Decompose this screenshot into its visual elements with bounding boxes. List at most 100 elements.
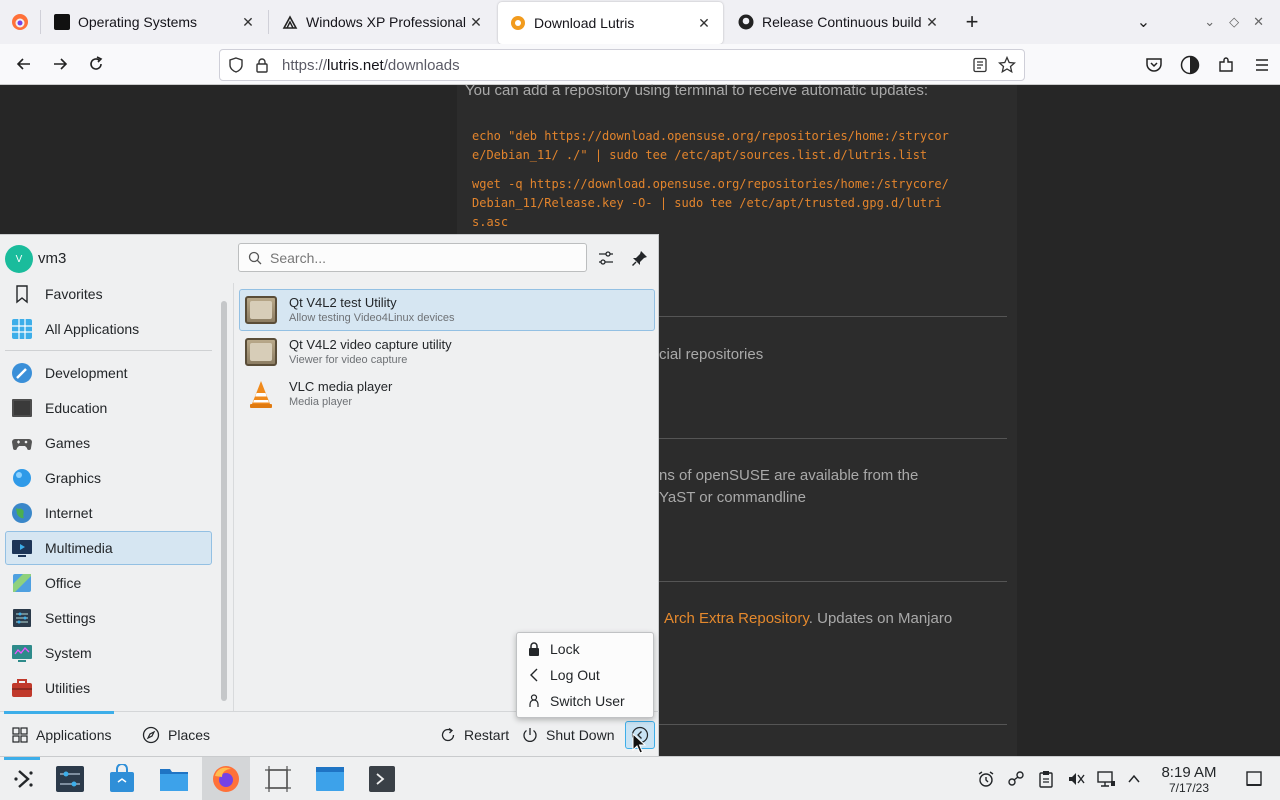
sidebar-item-games[interactable]: Games [5, 426, 212, 460]
sidebar-item-label: Internet [45, 505, 93, 521]
shutdown-button[interactable]: Shut Down [521, 712, 614, 758]
multimedia-icon [12, 540, 32, 557]
menu-item-log-out[interactable]: Log Out [527, 664, 600, 686]
sidebar-scrollbar[interactable] [221, 301, 227, 701]
sidebar-item-internet[interactable]: Internet [5, 496, 212, 530]
manjaro-text: . Updates on Manjaro [808, 610, 953, 627]
show-desktop-button[interactable] [1240, 757, 1268, 800]
sidebar-item-label: Development [45, 365, 128, 381]
code-line: wget -q https://download.opensuse.org/re… [472, 177, 949, 191]
list-item-qt-v4l2-test[interactable]: Qt V4L2 test Utility Allow testing Video… [239, 289, 655, 331]
tab-operating-systems[interactable]: Operating Systems ✕ [42, 0, 267, 44]
menu-item-switch-user[interactable]: Switch User [527, 690, 625, 712]
panel-divider [233, 283, 234, 711]
bookmark-star-icon[interactable] [998, 56, 1016, 74]
new-tab-button[interactable]: + [952, 0, 992, 44]
avatar[interactable]: V [5, 245, 33, 273]
minimize-icon[interactable]: ⌄ [1204, 14, 1215, 30]
digital-clock[interactable]: 8:19 AM 7/17/23 [1152, 764, 1226, 795]
firefox-taskbar-button[interactable] [202, 757, 250, 800]
tab-close-icon[interactable]: ✕ [923, 14, 941, 31]
sidebar-item-utilities[interactable]: Utilities [5, 671, 212, 705]
sidebar-item-label: Utilities [45, 680, 91, 696]
konsole-taskbar-button[interactable] [358, 757, 406, 800]
taskbar: 8:19 AM 7/17/23 [0, 756, 1280, 800]
configure-button[interactable] [595, 247, 617, 269]
sidebar-item-office[interactable]: Office [5, 566, 212, 600]
arch-extra-repo-link[interactable]: Arch Extra Repository [664, 610, 809, 627]
pin-button[interactable] [629, 247, 651, 269]
tab-close-icon[interactable]: ✕ [467, 14, 485, 31]
sidebar-item-graphics[interactable]: Graphics [5, 461, 212, 495]
sidebar-item-multimedia[interactable]: Multimedia [5, 531, 212, 565]
globe-icon [12, 503, 32, 523]
shield-icon[interactable] [228, 57, 244, 73]
tab-title: Download Lutris [534, 15, 635, 31]
alarm-tray[interactable] [972, 757, 1000, 800]
menu-button[interactable] [1244, 57, 1280, 73]
app-subtitle: Media player [289, 396, 352, 408]
discover-taskbar-button[interactable] [98, 757, 146, 800]
sidebar-item-education[interactable]: Education [5, 391, 212, 425]
code-line: echo "deb https://download.opensuse.org/… [472, 129, 949, 143]
menu-item-lock[interactable]: Lock [527, 638, 580, 660]
screenshot-taskbar-button[interactable] [254, 757, 302, 800]
maximize-icon[interactable]: ◇ [1229, 14, 1239, 30]
clipboard-tray[interactable] [1032, 757, 1060, 800]
tab-release-continuous[interactable]: Release Continuous build ✕ [726, 0, 951, 44]
sidebar-item-favorites[interactable]: Favorites [5, 277, 212, 311]
sidebar-item-all-applications[interactable]: All Applications [5, 312, 212, 346]
alarm-clock-icon [978, 771, 994, 787]
sidebar-item-settings[interactable]: Settings [5, 601, 212, 635]
tab-close-icon[interactable]: ✕ [695, 15, 713, 32]
back-button[interactable] [6, 48, 42, 80]
sidebar-item-label: Graphics [45, 470, 102, 486]
list-item-vlc[interactable]: VLC media player Media player [239, 373, 655, 415]
url-text[interactable]: https://lutris.net/downloads [282, 57, 460, 74]
restart-button[interactable]: Restart [440, 712, 509, 758]
tv-app-icon [245, 294, 277, 326]
list-all-tabs-icon[interactable]: ⌄ [1137, 12, 1150, 32]
tab-windows-xp[interactable]: Windows XP Professional S ✕ [270, 0, 495, 44]
code-line: e/Debian_11/ ./" | sudo tee /etc/apt/sou… [472, 148, 928, 162]
firefox-view-button[interactable] [0, 0, 40, 44]
clock-time: 8:19 AM [1161, 764, 1217, 781]
pocket-button[interactable] [1136, 56, 1172, 74]
tab-close-icon[interactable]: ✕ [239, 14, 257, 31]
file-manager-taskbar-button[interactable] [150, 757, 198, 800]
sidebar-item-system[interactable]: System [5, 636, 212, 670]
sidebar-item-label: All Applications [45, 321, 140, 337]
url-bar[interactable]: https://lutris.net/downloads [219, 49, 1025, 81]
system-settings-taskbar-button[interactable] [46, 757, 94, 800]
tab-download-lutris[interactable]: Download Lutris ✕ [498, 2, 723, 44]
opensuse-text-line2: YaST or commandline [659, 489, 807, 506]
tab-title: Windows XP Professional S [306, 14, 467, 30]
close-window-icon[interactable]: ✕ [1253, 14, 1264, 30]
dolphin-taskbar-button[interactable] [306, 757, 354, 800]
application-launcher-button[interactable] [0, 757, 48, 800]
puzzle-icon [1219, 56, 1233, 72]
kde-launcher-icon [14, 770, 33, 788]
search-input[interactable]: Search... [238, 243, 587, 272]
archive-favicon-icon [282, 15, 298, 29]
network-tray[interactable] [1092, 757, 1120, 800]
volume-tray[interactable] [1062, 757, 1090, 800]
kde-connect-tray[interactable] [1002, 757, 1030, 800]
tab-places[interactable]: Places [142, 712, 210, 758]
show-hidden-icons-tray[interactable] [1120, 757, 1148, 800]
account-button[interactable] [1172, 55, 1208, 75]
restart-icon [441, 727, 455, 742]
bookmark-icon [16, 285, 28, 304]
lutris-favicon-icon [511, 16, 525, 30]
forward-button[interactable] [42, 48, 78, 80]
list-item-qt-v4l2-capture[interactable]: Qt V4L2 video capture utility Viewer for… [239, 331, 655, 373]
lock-icon[interactable] [254, 57, 270, 73]
reload-button[interactable] [78, 48, 114, 80]
repo-intro-text: You can add a repository using terminal … [465, 82, 929, 99]
username: vm3 [38, 250, 67, 267]
extensions-button[interactable] [1208, 56, 1244, 74]
sliders-icon [599, 251, 613, 265]
reader-view-icon[interactable] [972, 57, 988, 73]
sidebar-item-development[interactable]: Development [5, 356, 212, 390]
tab-applications[interactable]: Applications [12, 712, 112, 758]
